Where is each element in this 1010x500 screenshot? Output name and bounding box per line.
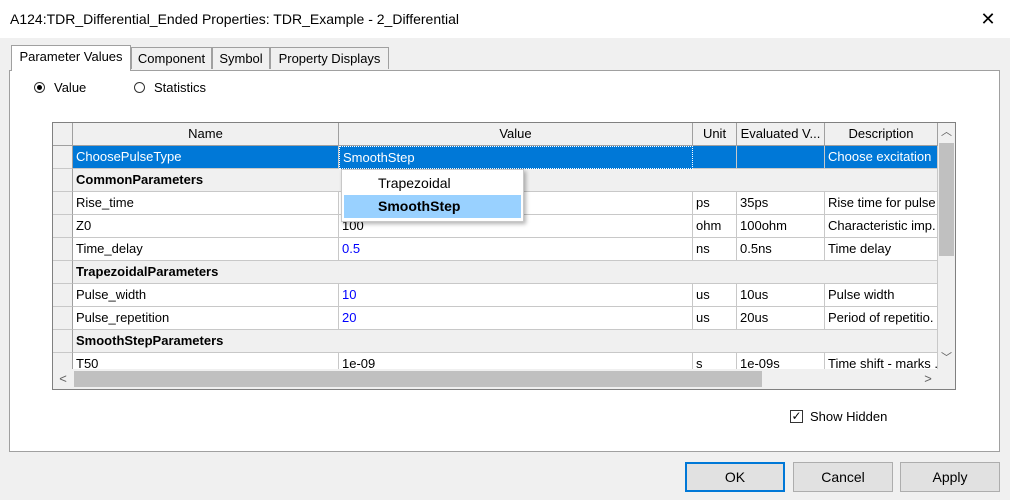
show-hidden-checkbox[interactable]: ✓ <box>790 410 803 423</box>
apply-button[interactable]: Apply <box>900 462 1000 492</box>
param-unit: us <box>693 307 737 330</box>
pulse-type-dropdown-list: Trapezoidal SmoothStep <box>341 169 524 222</box>
param-evaluated: 10us <box>737 284 825 307</box>
tab-parameter-values[interactable]: Parameter Values <box>11 45 131 71</box>
param-unit: ps <box>693 192 737 215</box>
value-radio[interactable] <box>34 82 45 93</box>
param-description: Choose excitation <box>825 146 938 169</box>
column-header-evaluated[interactable]: Evaluated V... <box>737 123 825 146</box>
dropdown-option-trapezoidal[interactable]: Trapezoidal <box>344 172 521 195</box>
ok-button[interactable]: OK <box>685 462 785 492</box>
row-header[interactable] <box>53 284 73 307</box>
param-description: Period of repetitio. <box>825 307 938 330</box>
scroll-corner <box>938 369 955 389</box>
param-evaluated: 20us <box>737 307 825 330</box>
row-header[interactable] <box>53 238 73 261</box>
statistics-radio[interactable] <box>134 82 145 93</box>
radio-selected-dot <box>37 85 42 90</box>
param-description: Rise time for pulse <box>825 192 938 215</box>
row-header[interactable] <box>53 215 73 238</box>
param-value[interactable]: 10 <box>339 284 693 307</box>
scroll-left-icon[interactable]: < <box>53 369 73 389</box>
corner-header <box>53 123 73 146</box>
param-evaluated: 100ohm <box>737 215 825 238</box>
close-icon[interactable]: ✕ <box>972 4 1004 34</box>
cancel-button[interactable]: Cancel <box>793 462 893 492</box>
column-header-description[interactable]: Description <box>825 123 938 146</box>
param-unit: ohm <box>693 215 737 238</box>
dropdown-option-smoothstep[interactable]: SmoothStep <box>344 195 521 218</box>
param-description: Characteristic imp. <box>825 215 938 238</box>
value-radio-label[interactable]: Value <box>54 80 86 95</box>
scroll-down-icon[interactable]: ﹀ <box>938 349 955 367</box>
column-header-unit[interactable]: Unit <box>693 123 737 146</box>
window-title: A124:TDR_Differential_Ended Properties: … <box>10 11 460 27</box>
column-header-value[interactable]: Value <box>339 123 693 146</box>
scroll-up-icon[interactable]: ︿ <box>938 123 955 141</box>
row-header[interactable] <box>53 307 73 330</box>
scroll-right-icon[interactable]: > <box>918 369 938 389</box>
title-bar: A124:TDR_Differential_Ended Properties: … <box>0 0 1010 38</box>
param-unit: ns <box>693 238 737 261</box>
param-value[interactable]: 20 <box>339 307 693 330</box>
param-name[interactable]: Rise_time <box>73 192 339 215</box>
tab-symbol[interactable]: Symbol <box>212 47 270 69</box>
row-header[interactable] <box>53 330 73 353</box>
show-hidden-label[interactable]: Show Hidden <box>810 409 887 424</box>
row-header[interactable] <box>53 192 73 215</box>
param-name[interactable]: Z0 <box>73 215 339 238</box>
param-unit: us <box>693 284 737 307</box>
param-value-dropdown[interactable]: SmoothStep <box>339 146 693 169</box>
row-header[interactable] <box>53 146 73 169</box>
row-header[interactable] <box>53 261 73 284</box>
param-description: Time delay <box>825 238 938 261</box>
param-name[interactable]: Pulse_width <box>73 284 339 307</box>
tab-property-displays[interactable]: Property Displays <box>270 47 389 69</box>
tab-component[interactable]: Component <box>131 47 212 69</box>
param-name[interactable]: ChoosePulseType <box>73 146 339 169</box>
group-header[interactable]: TrapezoidalParameters <box>73 261 938 284</box>
statistics-radio-label[interactable]: Statistics <box>154 80 206 95</box>
horizontal-scrollbar[interactable]: < > <box>53 369 938 389</box>
param-name[interactable]: Pulse_repetition <box>73 307 339 330</box>
parameter-table: Name Value Unit Evaluated V... Descripti… <box>52 122 956 390</box>
horizontal-scroll-thumb[interactable] <box>74 371 762 387</box>
group-header[interactable]: SmoothStepParameters <box>73 330 938 353</box>
param-name[interactable]: Time_delay <box>73 238 339 261</box>
param-value[interactable]: 0.5 <box>339 238 693 261</box>
vertical-scrollbar[interactable]: ︿ ﹀ <box>938 123 955 369</box>
row-header[interactable] <box>53 169 73 192</box>
vertical-scroll-thumb[interactable] <box>939 143 954 256</box>
param-evaluated: 0.5ns <box>737 238 825 261</box>
param-evaluated <box>737 146 825 169</box>
column-header-name[interactable]: Name <box>73 123 339 146</box>
param-evaluated: 35ps <box>737 192 825 215</box>
param-description: Pulse width <box>825 284 938 307</box>
param-unit <box>693 146 737 169</box>
